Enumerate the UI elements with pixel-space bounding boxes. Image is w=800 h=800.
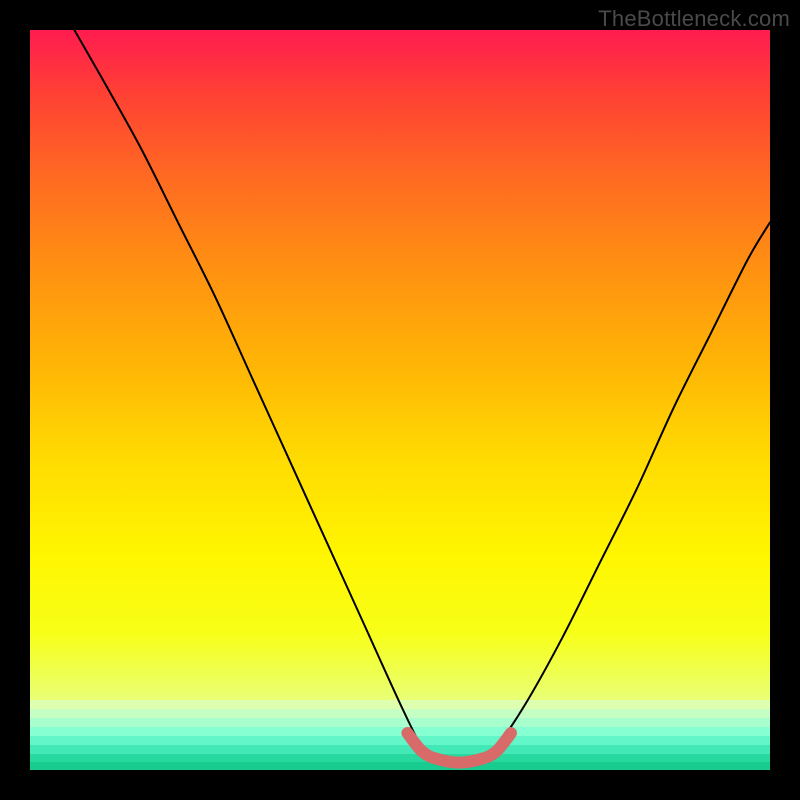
watermark-text: TheBottleneck.com xyxy=(598,6,790,32)
curve-layer xyxy=(30,30,770,770)
bottleneck-curve xyxy=(74,30,770,766)
plot-area xyxy=(30,30,770,770)
chart-frame: TheBottleneck.com xyxy=(0,0,800,800)
valley-highlight xyxy=(407,733,511,763)
